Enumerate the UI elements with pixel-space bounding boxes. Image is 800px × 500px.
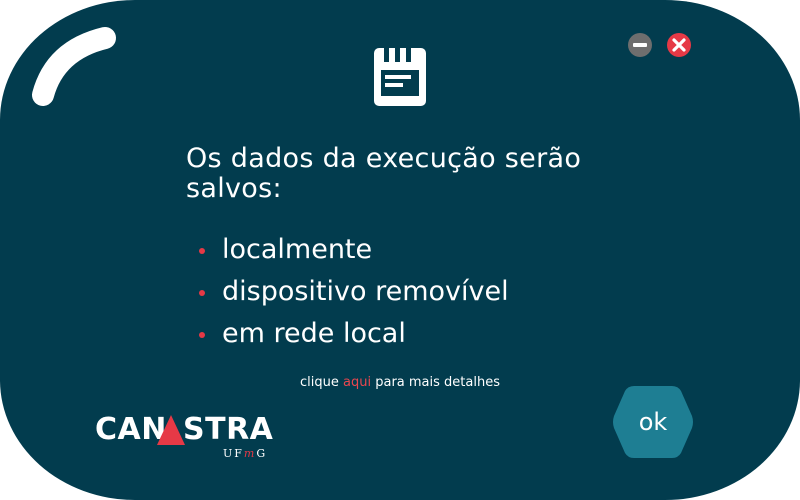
minimize-button[interactable]	[628, 33, 652, 57]
details-link[interactable]: aqui	[343, 375, 371, 390]
canastra-ufmg-logo: CAN STRA UFmG	[95, 410, 277, 462]
floppy-disk-icon	[374, 48, 426, 106]
save-options-list: localmente dispositivo removível em rede…	[196, 232, 509, 358]
logo-sub-m: m	[243, 447, 257, 460]
logo-triangle-icon	[157, 415, 185, 445]
option-removable-device: dispositivo removível	[196, 274, 509, 316]
logo-subtitle: UFmG	[223, 447, 267, 460]
option-label: localmente	[222, 234, 373, 265]
close-button[interactable]	[667, 33, 691, 57]
option-label: dispositivo removível	[222, 276, 509, 307]
logo-sub-u: U	[223, 447, 235, 460]
minimize-icon	[628, 33, 652, 57]
details-suffix: para mais detalhes	[375, 375, 500, 390]
bullet	[199, 248, 205, 254]
option-local: localmente	[196, 232, 509, 274]
ok-button[interactable]: ok	[612, 384, 694, 460]
bullet	[199, 290, 205, 296]
ok-button-label: ok	[638, 408, 668, 436]
dialog-heading: Os dados da execução serão salvos:	[186, 143, 582, 204]
logo-sub-g: G	[256, 447, 268, 460]
close-icon	[667, 33, 691, 57]
details-prefix: clique	[300, 375, 339, 390]
option-local-network: em rede local	[196, 316, 509, 358]
save-dialog: Os dados da execução serão salvos: local…	[0, 0, 800, 500]
logo-sub-f: F	[234, 447, 244, 460]
bullet	[199, 332, 205, 338]
logo-text-right: STRA	[183, 412, 274, 447]
option-label: em rede local	[222, 318, 406, 349]
